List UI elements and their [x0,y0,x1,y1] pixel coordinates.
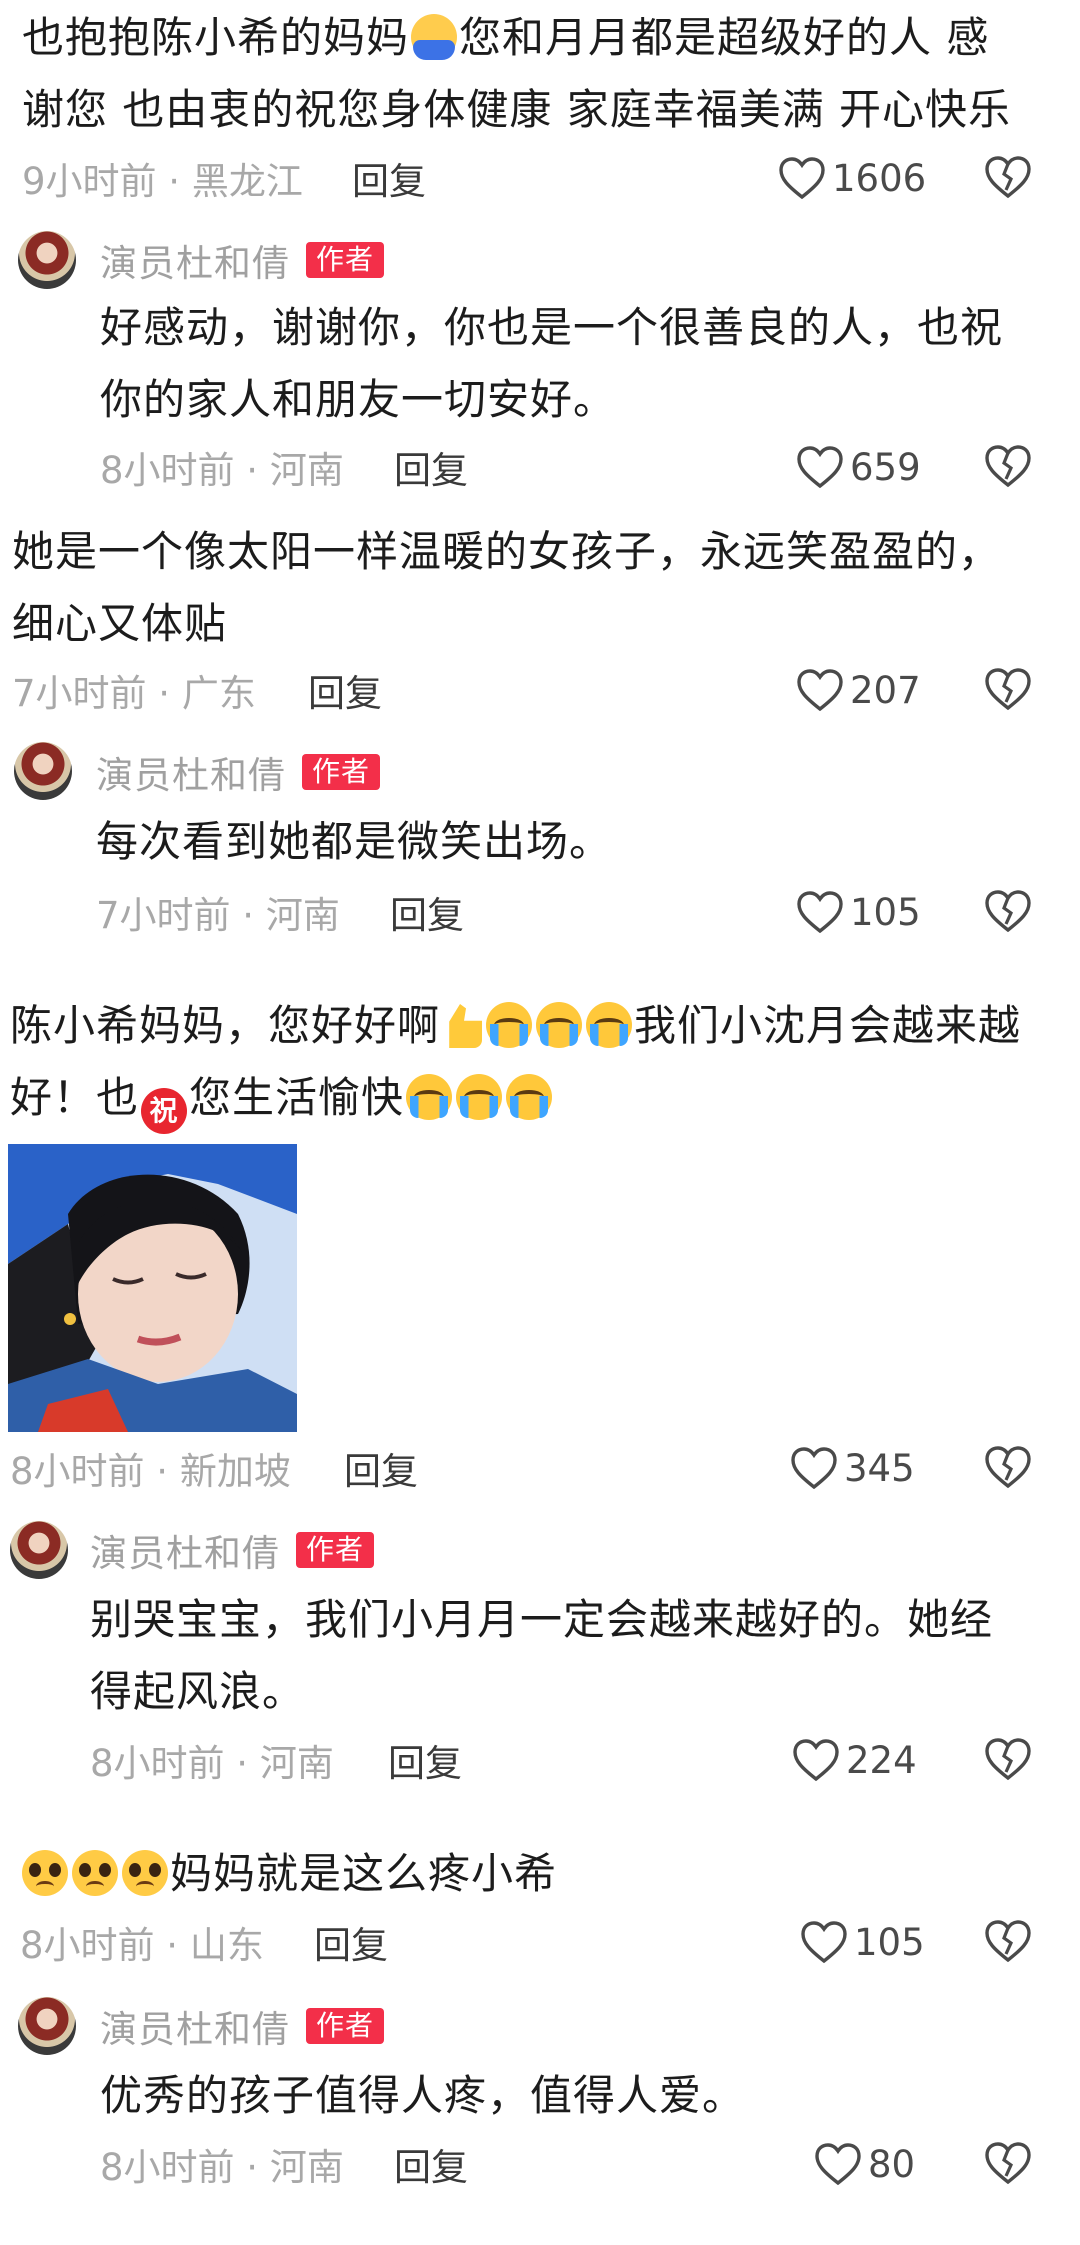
heart-outline-icon [801,1921,847,1964]
heart-outline-icon [791,1447,837,1490]
like-button[interactable]: 1606 [778,148,926,208]
crying-face-emoji-icon [586,1002,633,1048]
reply-author-header: 演员杜和倩 作者 [90,1520,375,1580]
reply-button[interactable]: 回复 [394,2134,468,2194]
broken-heart-icon[interactable] [984,666,1032,712]
crying-face-emoji-icon [456,1074,503,1120]
pleading-face-emoji-icon [72,1850,118,1896]
like-count: 80 [868,2142,916,2186]
reply-text: 好感动，谢谢你，你也是一个很善良的人，也祝你的家人和朋友一切安好。 [100,303,1004,424]
comment-text: 也抱抱陈小希的妈妈 您和月月都是超级好的人 感谢您 也由衷的祝您身体健康 家庭幸福… [22,13,1012,134]
reply-button[interactable]: 回复 [388,1730,462,1790]
crying-face-emoji-icon [406,1074,453,1120]
broken-heart-icon[interactable] [984,1736,1032,1782]
comment-meta: 9小时前 · 黑龙江 [22,160,303,203]
avatar[interactable] [10,1521,68,1579]
blessing-emoji-icon: 祝 [141,1088,188,1134]
crying-face-emoji-icon [506,1074,553,1120]
heart-outline-icon [797,446,843,489]
broken-heart-icon[interactable] [984,154,1032,200]
author-badge: 作者 [296,1532,375,1568]
comment-meta: 8小时前 · 山东 [20,1924,264,1967]
heart-outline-icon [797,891,843,934]
broken-heart-icon[interactable] [984,888,1032,934]
avatar[interactable] [18,231,76,289]
heart-outline-icon [793,1739,839,1782]
like-button[interactable]: 224 [792,1730,917,1790]
like-count: 345 [844,1446,915,1490]
like-count: 207 [850,668,921,712]
crying-face-emoji-icon [536,1002,583,1048]
broken-heart-icon[interactable] [984,443,1032,489]
avatar[interactable] [14,742,72,800]
reply-button[interactable]: 回复 [308,660,382,720]
author-badge: 作者 [302,754,381,790]
reply-text: 别哭宝宝，我们小月月一定会越来越好的。她经得起风浪。 [90,1595,994,1716]
author-badge: 作者 [306,242,385,278]
comment-text: 陈小希妈妈，您好好啊 我们小沈月会越来越好！也祝您生活愉快 [10,990,1030,1134]
reply-meta: 8小时前 · 河南 [90,1742,334,1785]
reply-button[interactable]: 回复 [352,148,426,208]
reply-text: 每次看到她都是微笑出场。 [96,817,613,866]
comment-meta: 8小时前 · 新加坡 [10,1450,291,1493]
like-count: 105 [850,890,921,934]
heart-outline-icon [797,669,843,712]
like-button[interactable]: 345 [790,1438,915,1498]
reply-button[interactable]: 回复 [314,1912,388,1972]
broken-heart-icon[interactable] [984,1444,1032,1490]
comment-text: 她是一个像太阳一样温暖的女孩子，永远笑盈盈的，细心又体贴 [12,527,1002,648]
like-button[interactable]: 105 [800,1912,925,1972]
avatar[interactable] [18,1997,76,2055]
reply-button[interactable]: 回复 [394,437,468,497]
pleading-face-emoji-icon [122,1850,168,1896]
like-button[interactable]: 207 [796,660,921,720]
reply-author-header: 演员杜和倩 作者 [96,742,381,802]
hugging-face-emoji-icon [411,14,458,60]
like-count: 1606 [832,156,927,200]
like-count: 659 [850,445,921,489]
reply-meta: 8小时前 · 河南 [100,449,344,492]
reply-author-header: 演员杜和倩 作者 [100,1996,385,2056]
comment-image[interactable] [8,1144,297,1432]
author-name[interactable]: 演员杜和倩 [100,233,290,287]
broken-heart-icon[interactable] [984,1918,1032,1964]
author-name[interactable]: 演员杜和倩 [90,1523,280,1577]
reply-button[interactable]: 回复 [390,882,464,942]
like-count: 105 [854,1920,925,1964]
like-button[interactable]: 105 [796,882,921,942]
author-name[interactable]: 演员杜和倩 [100,1999,290,2053]
reply-button[interactable]: 回复 [344,1438,418,1498]
like-button[interactable]: 659 [796,437,921,497]
crying-face-emoji-icon [486,1002,533,1048]
comment-text: 妈妈就是这么疼小希 [20,1838,1030,1910]
comment-meta: 7小时前 · 广东 [12,672,256,715]
comment-photo-illustration [8,1144,297,1432]
heart-outline-icon [779,157,825,200]
reply-meta: 8小时前 · 河南 [100,2146,344,2189]
reply-meta: 7小时前 · 河南 [96,894,340,937]
reply-author-header: 演员杜和倩 作者 [100,230,385,290]
like-button[interactable]: 80 [814,2134,915,2194]
broken-heart-icon[interactable] [984,2140,1032,2186]
author-name[interactable]: 演员杜和倩 [96,745,286,799]
like-count: 224 [846,1738,917,1782]
thumbs-up-emoji-icon [449,1004,483,1048]
pleading-face-emoji-icon [22,1850,68,1896]
reply-text: 优秀的孩子值得人疼，值得人爱。 [100,2071,746,2120]
author-badge: 作者 [306,2008,385,2044]
heart-outline-icon [815,2143,861,2186]
